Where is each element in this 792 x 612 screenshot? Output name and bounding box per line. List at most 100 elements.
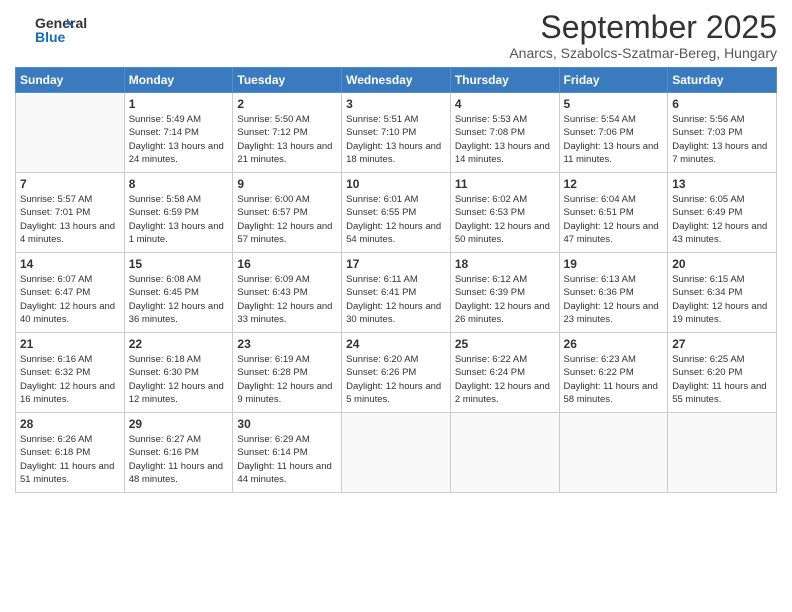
- month-title: September 2025: [509, 10, 777, 45]
- day-info: Sunrise: 6:22 AMSunset: 6:24 PMDaylight:…: [455, 353, 555, 406]
- calendar-cell: [342, 413, 451, 493]
- day-number: 16: [237, 257, 337, 271]
- day-number: 29: [129, 417, 229, 431]
- day-info: Sunrise: 6:18 AMSunset: 6:30 PMDaylight:…: [129, 353, 229, 406]
- calendar-cell: 17 Sunrise: 6:11 AMSunset: 6:41 PMDayligh…: [342, 253, 451, 333]
- day-number: 6: [672, 97, 772, 111]
- day-info: Sunrise: 5:56 AMSunset: 7:03 PMDaylight:…: [672, 113, 772, 166]
- weekday-header-row: SundayMondayTuesdayWednesdayThursdayFrid…: [16, 68, 777, 93]
- day-number: 5: [564, 97, 664, 111]
- day-info: Sunrise: 6:20 AMSunset: 6:26 PMDaylight:…: [346, 353, 446, 406]
- day-number: 8: [129, 177, 229, 191]
- calendar-week-row: 21 Sunrise: 6:16 AMSunset: 6:32 PMDayligh…: [16, 333, 777, 413]
- svg-text:Blue: Blue: [35, 29, 66, 45]
- day-info: Sunrise: 6:19 AMSunset: 6:28 PMDaylight:…: [237, 353, 337, 406]
- calendar-cell: 1 Sunrise: 5:49 AMSunset: 7:14 PMDaylight…: [124, 93, 233, 173]
- logo-icon: General Blue: [15, 10, 95, 50]
- calendar-cell: 16 Sunrise: 6:09 AMSunset: 6:43 PMDayligh…: [233, 253, 342, 333]
- calendar-cell: 15 Sunrise: 6:08 AMSunset: 6:45 PMDayligh…: [124, 253, 233, 333]
- day-info: Sunrise: 5:54 AMSunset: 7:06 PMDaylight:…: [564, 113, 664, 166]
- day-number: 23: [237, 337, 337, 351]
- day-info: Sunrise: 6:00 AMSunset: 6:57 PMDaylight:…: [237, 193, 337, 246]
- day-info: Sunrise: 6:02 AMSunset: 6:53 PMDaylight:…: [455, 193, 555, 246]
- day-info: Sunrise: 6:15 AMSunset: 6:34 PMDaylight:…: [672, 273, 772, 326]
- calendar-cell: [668, 413, 777, 493]
- calendar-cell: 30Sunrise: 6:29 AMSunset: 6:14 PMDayligh…: [233, 413, 342, 493]
- day-info: Sunrise: 6:12 AMSunset: 6:39 PMDaylight:…: [455, 273, 555, 326]
- weekday-header-saturday: Saturday: [668, 68, 777, 93]
- day-info: Sunrise: 6:27 AMSunset: 6:16 PMDaylight:…: [129, 433, 229, 486]
- day-number: 30: [237, 417, 337, 431]
- calendar-week-row: 28Sunrise: 6:26 AMSunset: 6:18 PMDayligh…: [16, 413, 777, 493]
- calendar-cell: 12Sunrise: 6:04 AMSunset: 6:51 PMDayligh…: [559, 173, 668, 253]
- calendar-cell: 7 Sunrise: 5:57 AMSunset: 7:01 PMDaylight…: [16, 173, 125, 253]
- day-info: Sunrise: 5:49 AMSunset: 7:14 PMDaylight:…: [129, 113, 229, 166]
- day-number: 1: [129, 97, 229, 111]
- calendar-cell: 19 Sunrise: 6:13 AMSunset: 6:36 PMDayligh…: [559, 253, 668, 333]
- day-info: Sunrise: 5:57 AMSunset: 7:01 PMDaylight:…: [20, 193, 120, 246]
- day-number: 13: [672, 177, 772, 191]
- day-info: Sunrise: 6:11 AMSunset: 6:41 PMDaylight:…: [346, 273, 446, 326]
- day-number: 15: [129, 257, 229, 271]
- calendar-cell: 13 Sunrise: 6:05 AMSunset: 6:49 PMDayligh…: [668, 173, 777, 253]
- calendar-cell: 27Sunrise: 6:25 AMSunset: 6:20 PMDayligh…: [668, 333, 777, 413]
- calendar-cell: 8 Sunrise: 5:58 AMSunset: 6:59 PMDaylight…: [124, 173, 233, 253]
- calendar-cell: 6 Sunrise: 5:56 AMSunset: 7:03 PMDaylight…: [668, 93, 777, 173]
- calendar-cell: [16, 93, 125, 173]
- weekday-header-tuesday: Tuesday: [233, 68, 342, 93]
- day-info: Sunrise: 6:13 AMSunset: 6:36 PMDaylight:…: [564, 273, 664, 326]
- calendar-cell: 25 Sunrise: 6:22 AMSunset: 6:24 PMDayligh…: [450, 333, 559, 413]
- calendar-cell: 4Sunrise: 5:53 AMSunset: 7:08 PMDaylight…: [450, 93, 559, 173]
- calendar-cell: 10 Sunrise: 6:01 AMSunset: 6:55 PMDayligh…: [342, 173, 451, 253]
- day-info: Sunrise: 6:08 AMSunset: 6:45 PMDaylight:…: [129, 273, 229, 326]
- page-header: General Blue September 2025 Anarcs, Szab…: [15, 10, 777, 61]
- day-info: Sunrise: 5:53 AMSunset: 7:08 PMDaylight:…: [455, 113, 555, 166]
- calendar-cell: 14Sunrise: 6:07 AMSunset: 6:47 PMDayligh…: [16, 253, 125, 333]
- day-number: 2: [237, 97, 337, 111]
- calendar-cell: 2 Sunrise: 5:50 AMSunset: 7:12 PMDaylight…: [233, 93, 342, 173]
- calendar-cell: 24 Sunrise: 6:20 AMSunset: 6:26 PMDayligh…: [342, 333, 451, 413]
- weekday-header-monday: Monday: [124, 68, 233, 93]
- day-number: 26: [564, 337, 664, 351]
- day-number: 9: [237, 177, 337, 191]
- day-number: 28: [20, 417, 120, 431]
- day-info: Sunrise: 6:01 AMSunset: 6:55 PMDaylight:…: [346, 193, 446, 246]
- day-number: 24: [346, 337, 446, 351]
- weekday-header-thursday: Thursday: [450, 68, 559, 93]
- title-block: September 2025 Anarcs, Szabolcs-Szatmar-…: [509, 10, 777, 61]
- calendar-cell: 20 Sunrise: 6:15 AMSunset: 6:34 PMDayligh…: [668, 253, 777, 333]
- day-info: Sunrise: 5:51 AMSunset: 7:10 PMDaylight:…: [346, 113, 446, 166]
- day-number: 7: [20, 177, 120, 191]
- calendar-cell: 26Sunrise: 6:23 AMSunset: 6:22 PMDayligh…: [559, 333, 668, 413]
- day-info: Sunrise: 5:58 AMSunset: 6:59 PMDaylight:…: [129, 193, 229, 246]
- calendar-cell: 3 Sunrise: 5:51 AMSunset: 7:10 PMDaylight…: [342, 93, 451, 173]
- day-number: 14: [20, 257, 120, 271]
- day-number: 18: [455, 257, 555, 271]
- calendar-week-row: 1 Sunrise: 5:49 AMSunset: 7:14 PMDaylight…: [16, 93, 777, 173]
- day-info: Sunrise: 6:04 AMSunset: 6:51 PMDaylight:…: [564, 193, 664, 246]
- day-number: 21: [20, 337, 120, 351]
- calendar-cell: 23 Sunrise: 6:19 AMSunset: 6:28 PMDayligh…: [233, 333, 342, 413]
- day-number: 3: [346, 97, 446, 111]
- calendar-week-row: 7 Sunrise: 5:57 AMSunset: 7:01 PMDaylight…: [16, 173, 777, 253]
- calendar-cell: [559, 413, 668, 493]
- calendar-cell: 28Sunrise: 6:26 AMSunset: 6:18 PMDayligh…: [16, 413, 125, 493]
- logo: General Blue: [15, 10, 95, 55]
- calendar-cell: 9 Sunrise: 6:00 AMSunset: 6:57 PMDaylight…: [233, 173, 342, 253]
- day-number: 19: [564, 257, 664, 271]
- weekday-header-sunday: Sunday: [16, 68, 125, 93]
- day-info: Sunrise: 6:16 AMSunset: 6:32 PMDaylight:…: [20, 353, 120, 406]
- day-info: Sunrise: 6:05 AMSunset: 6:49 PMDaylight:…: [672, 193, 772, 246]
- calendar-week-row: 14Sunrise: 6:07 AMSunset: 6:47 PMDayligh…: [16, 253, 777, 333]
- day-number: 10: [346, 177, 446, 191]
- weekday-header-wednesday: Wednesday: [342, 68, 451, 93]
- day-info: Sunrise: 5:50 AMSunset: 7:12 PMDaylight:…: [237, 113, 337, 166]
- day-info: Sunrise: 6:09 AMSunset: 6:43 PMDaylight:…: [237, 273, 337, 326]
- day-number: 27: [672, 337, 772, 351]
- calendar-cell: 18 Sunrise: 6:12 AMSunset: 6:39 PMDayligh…: [450, 253, 559, 333]
- day-number: 20: [672, 257, 772, 271]
- calendar-cell: 5 Sunrise: 5:54 AMSunset: 7:06 PMDaylight…: [559, 93, 668, 173]
- day-number: 17: [346, 257, 446, 271]
- day-number: 25: [455, 337, 555, 351]
- location-subtitle: Anarcs, Szabolcs-Szatmar-Bereg, Hungary: [509, 45, 777, 61]
